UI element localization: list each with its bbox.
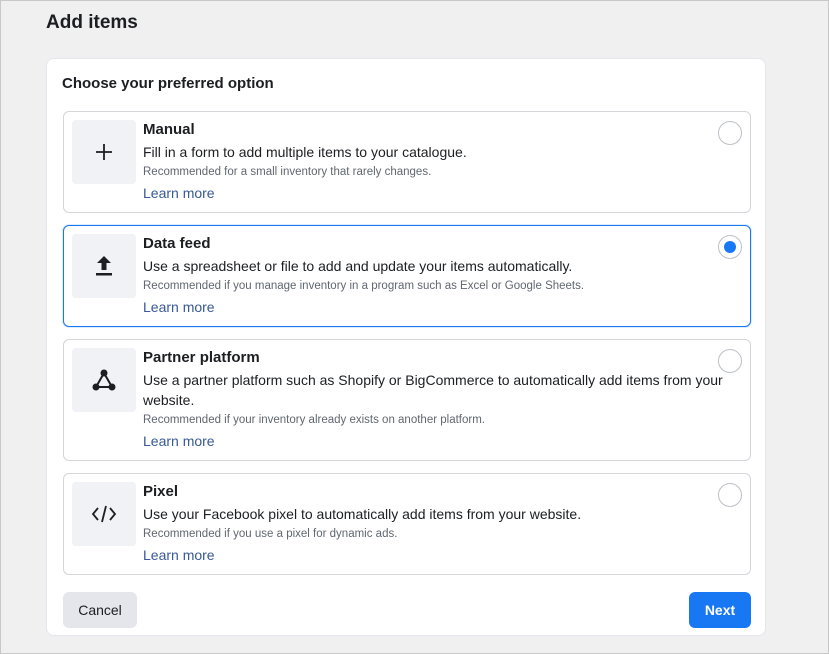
option-title: Data feed bbox=[143, 235, 211, 252]
dialog-frame: Add items Choose your preferred option M… bbox=[0, 0, 829, 654]
learn-more-link[interactable]: Learn more bbox=[143, 545, 215, 565]
option-recommendation: Recommended if your inventory already ex… bbox=[143, 414, 485, 426]
page-title: Add items bbox=[46, 12, 138, 33]
option-recommendation: Recommended for a small inventory that r… bbox=[143, 166, 432, 178]
option-recommendation: Recommended if you use a pixel for dynam… bbox=[143, 528, 398, 540]
option-partner-platform[interactable]: Partner platform Use a partner platform … bbox=[63, 339, 751, 461]
next-button[interactable]: Next bbox=[689, 592, 751, 628]
card-heading: Choose your preferred option bbox=[62, 75, 274, 92]
option-description: Use your Facebook pixel to automatically… bbox=[143, 506, 582, 522]
radio-data-feed[interactable] bbox=[718, 235, 742, 259]
code-icon bbox=[72, 482, 136, 546]
option-title: Partner platform bbox=[143, 349, 260, 366]
learn-more-link[interactable]: Learn more bbox=[143, 431, 215, 451]
plus-icon bbox=[72, 120, 136, 184]
radio-partner-platform[interactable] bbox=[718, 349, 742, 373]
option-description: Use a spreadsheet or file to add and upd… bbox=[143, 258, 573, 274]
learn-more-link[interactable]: Learn more bbox=[143, 297, 215, 317]
options-card: Choose your preferred option Manual Fill… bbox=[46, 58, 766, 636]
option-title: Pixel bbox=[143, 483, 179, 500]
learn-more-link[interactable]: Learn more bbox=[143, 183, 215, 203]
cancel-button[interactable]: Cancel bbox=[63, 592, 137, 628]
option-title: Manual bbox=[143, 121, 195, 138]
radio-manual[interactable] bbox=[718, 121, 742, 145]
radio-pixel[interactable] bbox=[718, 483, 742, 507]
option-manual[interactable]: Manual Fill in a form to add multiple it… bbox=[63, 111, 751, 213]
option-description: Fill in a form to add multiple items to … bbox=[143, 144, 467, 160]
upload-icon bbox=[72, 234, 136, 298]
option-description: Use a partner platform such as Shopify o… bbox=[143, 372, 723, 408]
option-recommendation: Recommended if you manage inventory in a… bbox=[143, 280, 585, 292]
option-pixel[interactable]: Pixel Use your Facebook pixel to automat… bbox=[63, 473, 751, 575]
network-icon bbox=[72, 348, 136, 412]
option-data-feed[interactable]: Data feed Use a spreadsheet or file to a… bbox=[63, 225, 751, 327]
